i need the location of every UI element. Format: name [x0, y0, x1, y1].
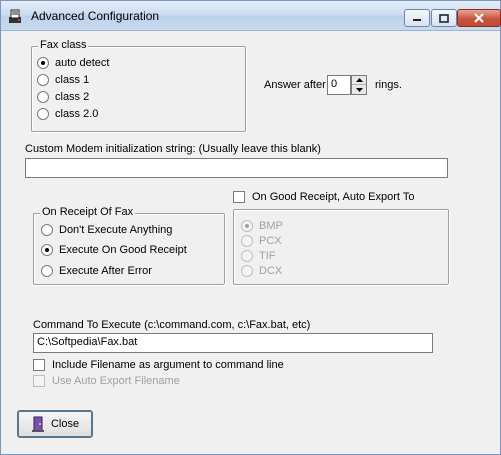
radio-label: Don't Execute Anything — [59, 224, 173, 236]
radio-button[interactable] — [241, 265, 253, 277]
radio-class-2-0[interactable]: class 2.0 — [37, 108, 98, 120]
title-bar[interactable]: Advanced Configuration — [1, 1, 501, 31]
modem-init-field[interactable] — [25, 158, 448, 178]
rings-label: rings. — [375, 79, 402, 91]
radio-label: auto detect — [55, 57, 110, 69]
close-button[interactable]: Close — [17, 410, 93, 438]
app-icon — [9, 9, 21, 23]
answer-after-label: Answer after — [264, 79, 326, 91]
on-receipt-group: On Receipt Of Fax Don't Execute Anything… — [33, 206, 225, 285]
auto-export-checkbox-row[interactable]: On Good Receipt, Auto Export To — [233, 191, 414, 203]
minimize-icon — [413, 19, 421, 21]
door-icon — [31, 416, 44, 432]
export-format-group: BMP PCX TIF DCX — [233, 209, 449, 285]
radio-bmp[interactable]: BMP — [241, 220, 283, 232]
use-auto-export-label: Use Auto Export Filename — [52, 375, 180, 387]
spin-down-button[interactable] — [352, 85, 366, 94]
auto-export-checkbox[interactable] — [233, 191, 245, 203]
radio-tif[interactable]: TIF — [241, 250, 276, 262]
modem-init-label: Custom Modem initialization string: (Usu… — [25, 143, 321, 155]
use-auto-export-checkbox[interactable] — [33, 375, 45, 387]
use-auto-export-row[interactable]: Use Auto Export Filename — [33, 375, 180, 387]
radio-dcx[interactable]: DCX — [241, 265, 282, 277]
command-label: Command To Execute (c:\command.com, c:\F… — [33, 319, 311, 331]
maximize-button[interactable] — [431, 9, 457, 27]
include-filename-row[interactable]: Include Filename as argument to command … — [33, 359, 284, 371]
rings-stepper[interactable] — [351, 75, 367, 95]
radio-button[interactable] — [41, 244, 53, 256]
close-button-label: Close — [50, 418, 80, 430]
radio-label: BMP — [259, 220, 283, 232]
radio-button[interactable] — [37, 108, 49, 120]
radio-button[interactable] — [41, 224, 53, 236]
radio-class-1[interactable]: class 1 — [37, 74, 89, 86]
radio-button[interactable] — [241, 250, 253, 262]
include-filename-label: Include Filename as argument to command … — [52, 359, 284, 371]
radio-label: DCX — [259, 265, 283, 277]
radio-label: TIF — [259, 250, 276, 262]
on-receipt-label: On Receipt Of Fax — [40, 206, 136, 218]
radio-button[interactable] — [241, 220, 253, 232]
radio-button[interactable] — [37, 57, 49, 69]
radio-execute-good[interactable]: Execute On Good Receipt — [41, 244, 187, 256]
radio-label: Execute After Error — [59, 265, 152, 277]
arrow-down-icon — [355, 87, 363, 92]
radio-button[interactable] — [241, 235, 253, 247]
radio-button[interactable] — [37, 74, 49, 86]
radio-auto-detect[interactable]: auto detect — [37, 57, 109, 69]
radio-label: Execute On Good Receipt — [59, 244, 187, 256]
include-filename-checkbox[interactable] — [33, 359, 45, 371]
radio-label: class 1 — [55, 74, 90, 86]
close-window-button[interactable] — [457, 9, 501, 27]
radio-execute-error[interactable]: Execute After Error — [41, 265, 152, 277]
advanced-configuration-window: Advanced Configuration Fax class auto de… — [0, 0, 501, 455]
rings-input[interactable]: 0 — [327, 75, 351, 95]
maximize-icon — [439, 13, 449, 23]
radio-label: class 2.0 — [55, 108, 99, 120]
fax-class-group: Fax class auto detect class 1 class 2 cl… — [31, 39, 246, 132]
window-title: Advanced Configuration — [31, 9, 160, 23]
close-icon — [474, 13, 484, 23]
radio-label: PCX — [259, 235, 282, 247]
auto-export-label: On Good Receipt, Auto Export To — [252, 191, 415, 203]
spin-up-button[interactable] — [352, 76, 366, 85]
fax-class-label: Fax class — [38, 39, 89, 51]
command-field[interactable]: C:\Softpedia\Fax.bat — [33, 333, 433, 353]
minimize-button[interactable] — [404, 9, 430, 27]
dialog-body: Fax class auto detect class 1 class 2 cl… — [1, 32, 500, 454]
radio-label: class 2 — [55, 91, 90, 103]
radio-class-2[interactable]: class 2 — [37, 91, 89, 103]
radio-pcx[interactable]: PCX — [241, 235, 282, 247]
arrow-up-icon — [355, 78, 363, 82]
radio-dont-execute[interactable]: Don't Execute Anything — [41, 224, 172, 236]
radio-button[interactable] — [37, 91, 49, 103]
radio-button[interactable] — [41, 265, 53, 277]
